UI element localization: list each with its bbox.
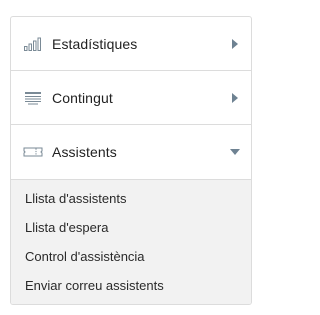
- submenu-item-control-assistencia[interactable]: Control d'assistència: [11, 242, 251, 271]
- assistents-submenu: Llista d'assistents Llista d'espera Cont…: [11, 180, 251, 304]
- section-assistents[interactable]: Assistents: [11, 125, 251, 180]
- bar-chart-icon: [22, 36, 44, 52]
- section-estadistiques[interactable]: Estadístiques: [11, 17, 251, 71]
- section-label: Estadístiques: [52, 35, 138, 52]
- section-label: Assistents: [52, 144, 117, 160]
- submenu-item-llista-assistents[interactable]: Llista d'assistents: [11, 184, 251, 213]
- sidebar-menu: Estadístiques Contingut Assistents Llist…: [10, 16, 252, 305]
- chevron-right-icon: [230, 38, 240, 49]
- section-contingut[interactable]: Contingut: [11, 71, 251, 125]
- ticket-icon: [22, 144, 44, 160]
- submenu-item-llista-espera[interactable]: Llista d'espera: [11, 213, 251, 242]
- submenu-item-enviar-correu[interactable]: Enviar correu assistents: [11, 271, 251, 300]
- chevron-down-icon: [230, 147, 240, 157]
- section-label: Contingut: [52, 89, 113, 106]
- list-icon: [22, 90, 44, 106]
- chevron-right-icon: [230, 92, 240, 103]
